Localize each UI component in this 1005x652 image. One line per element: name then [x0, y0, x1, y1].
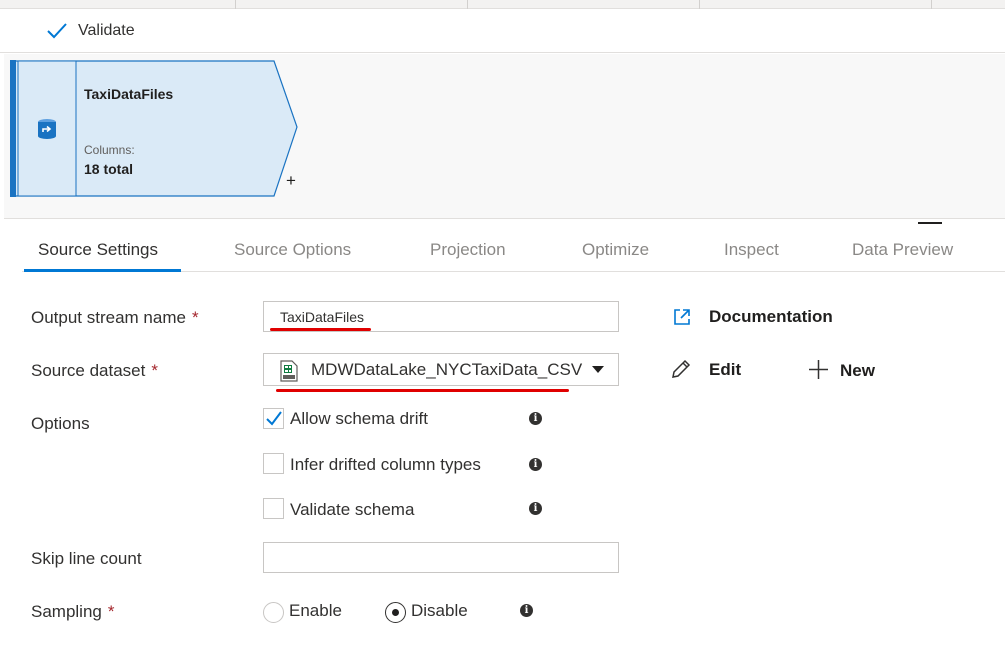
strip-divider — [699, 0, 700, 9]
source-dataset-label-text: Source dataset — [31, 361, 146, 380]
strip-divider — [235, 0, 236, 9]
allow-schema-drift-label: Allow schema drift — [290, 409, 428, 428]
required-marker: * — [107, 602, 115, 621]
allow-schema-drift-checkbox[interactable] — [263, 408, 284, 429]
annotation-underline — [270, 328, 371, 331]
tab-projection[interactable]: Projection — [430, 240, 506, 260]
source-dataset-label: Source dataset * — [31, 361, 158, 381]
open-external-icon[interactable] — [673, 308, 691, 326]
info-icon[interactable]: i — [529, 502, 542, 515]
columns-label: Columns: — [84, 143, 135, 157]
source-dataset-icon — [38, 118, 56, 139]
tab-data-preview[interactable]: Data Preview — [852, 240, 953, 260]
csv-file-icon — [280, 360, 298, 382]
strip-divider — [467, 0, 468, 9]
tab-source-options[interactable]: Source Options — [234, 240, 351, 260]
skip-line-count-input-box[interactable] — [263, 542, 619, 573]
active-tab-indicator — [24, 269, 181, 272]
sampling-enable-label: Enable — [289, 601, 342, 620]
source-dataset-dropdown[interactable]: MDWDataLake_NYCTaxiData_CSV — [263, 353, 619, 386]
sampling-disable-radio[interactable] — [385, 602, 406, 623]
toolbar: Validate — [0, 9, 1005, 53]
info-icon[interactable]: i — [529, 458, 542, 471]
validate-button[interactable]: Validate — [46, 20, 135, 42]
panel-splitter[interactable] — [4, 218, 1005, 230]
tab-inspect[interactable]: Inspect — [724, 240, 779, 260]
validate-schema-checkbox[interactable] — [263, 498, 284, 519]
splitter-handle[interactable] — [918, 222, 942, 224]
chevron-down-icon[interactable] — [592, 366, 604, 373]
source-node-title: TaxiDataFiles — [84, 86, 174, 102]
tab-optimize[interactable]: Optimize — [582, 240, 649, 260]
dataflow-canvas: TaxiDataFiles Columns: 18 total + — [4, 54, 1005, 218]
new-button[interactable]: New — [840, 361, 875, 381]
edit-button[interactable]: Edit — [709, 360, 741, 380]
sampling-disable-label: Disable — [411, 601, 468, 620]
sampling-label-text: Sampling — [31, 602, 102, 621]
checkmark-icon — [266, 411, 282, 426]
columns-count: 18 total — [84, 161, 134, 177]
checkmark-icon — [47, 23, 67, 39]
top-tab-strip — [0, 0, 1005, 9]
settings-tabs: Source Settings Source Options Projectio… — [22, 236, 1005, 272]
source-node[interactable]: TaxiDataFiles Columns: 18 total + — [10, 60, 298, 197]
output-stream-label: Output stream name * — [31, 308, 199, 328]
output-stream-label-text: Output stream name — [31, 308, 186, 327]
info-icon[interactable]: i — [520, 604, 533, 617]
info-icon[interactable]: i — [529, 412, 542, 425]
source-icon-container — [18, 62, 76, 195]
infer-drifted-column-types-label: Infer drifted column types — [290, 455, 481, 474]
sampling-label: Sampling * — [31, 602, 115, 622]
skip-line-count-label: Skip line count — [31, 549, 142, 568]
options-label: Options — [31, 414, 90, 433]
strip-divider — [931, 0, 932, 9]
pencil-icon[interactable] — [670, 358, 692, 380]
validate-label: Validate — [78, 22, 135, 39]
annotation-underline — [276, 389, 569, 392]
documentation-link[interactable]: Documentation — [709, 307, 833, 327]
output-stream-input[interactable] — [264, 302, 618, 331]
required-marker: * — [151, 361, 158, 380]
plus-icon[interactable] — [808, 359, 829, 380]
skip-line-count-input[interactable] — [264, 543, 618, 572]
source-dataset-value: MDWDataLake_NYCTaxiData_CSV — [311, 360, 583, 379]
infer-drifted-column-types-checkbox[interactable] — [263, 453, 284, 474]
add-transformation-button[interactable]: + — [286, 172, 296, 189]
tab-source-settings[interactable]: Source Settings — [38, 240, 158, 260]
sampling-enable-radio[interactable] — [263, 602, 284, 623]
validate-schema-label: Validate schema — [290, 500, 415, 519]
required-marker: * — [191, 308, 199, 327]
